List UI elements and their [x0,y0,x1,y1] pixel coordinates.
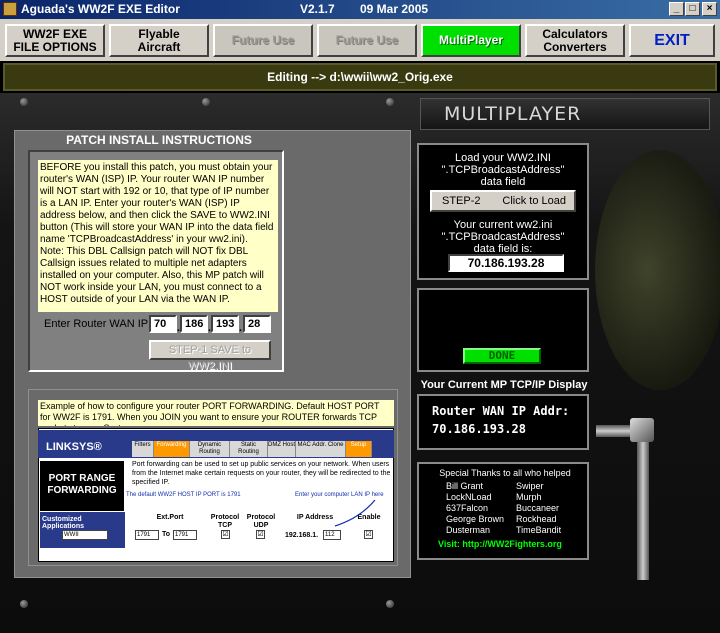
background-wheel [595,150,720,390]
ip-dot: . [239,322,243,334]
toolbar: WW2F EXE FILE OPTIONS Flyable Aircraft Fut… [0,19,720,61]
router-wan-ip: 70.186.193.28 [432,422,526,436]
calculators-button[interactable]: Calculators Converters [525,24,625,57]
col-protocol-tcp: Protocol TCP [210,514,240,529]
credits-col-1: Bill Grant LockNLoad 637Falcon George Brown… [446,481,505,535]
editing-path-bar: Editing --> d:\wwii\ww2_Orig.exe [3,63,717,91]
router-note: Example of how to configure your router … [38,400,394,426]
rivet [202,98,210,106]
file-options-button[interactable]: WW2F EXE FILE OPTIONS [5,24,105,57]
wan-ip-octet-4[interactable]: 28 [243,315,271,333]
rivet [20,600,28,608]
credits-col-2: Swiper Murph Buccaneer Rockhead TimeBandit [516,481,562,535]
wan-ip-octet-3[interactable]: 193 [211,315,239,333]
tcpip-display-title: Your Current MP TCP/IP Display [420,379,588,391]
port-forwarding-description: Port forwarding can be used to set up pu… [132,461,391,486]
rivet [386,600,394,608]
close-button[interactable]: × [702,2,717,16]
save-to-ini-button[interactable]: STEP-1 SAVE to WW2.INI [149,340,271,372]
app-icon [3,2,17,16]
router-tab-setup: Setup [346,441,372,457]
port-to-input: 1791 [173,530,197,540]
future-use-button-1[interactable]: Future Use [213,24,313,57]
ip-prefix: 192.168.1. [285,532,319,539]
current-ini-ip-field: 70.186.193.28 [448,254,564,272]
router-tab-mac-clone: MAC Addr. Clone [296,441,346,457]
app-name-input: WWII [62,530,108,540]
flyable-aircraft-button[interactable]: Flyable Aircraft [109,24,209,57]
window-title: Aguada's WW2F EXE Editor [21,2,180,16]
port-range-forwarding-label: PORT RANGE FORWARDING [40,461,124,511]
router-tab-forwarding: Forwarding [154,441,190,457]
future-use-button-2[interactable]: Future Use [317,24,417,57]
router-wan-label: Router WAN IP Addr: [432,404,570,418]
wan-ip-label: Enter Router WAN IP --> [44,318,165,330]
wan-ip-octet-2[interactable]: 186 [180,315,208,333]
multiplayer-button[interactable]: MultiPlayer [421,24,521,57]
step2-load-button[interactable]: STEP-2 Click to Load [430,190,576,212]
maximize-button[interactable]: □ [685,2,700,16]
udp-checkbox: ☑ [256,530,265,539]
instructions-text: BEFORE you install this patch, you must … [38,160,278,312]
arrow-annotation [334,499,376,527]
router-tab-static-routing: Static Routing [230,441,268,457]
to-label: To [162,531,171,538]
rivet [386,98,394,106]
multiplayer-title: MULTIPLAYER [444,103,582,125]
exit-button[interactable]: EXIT [629,24,715,57]
tcp-checkbox: ☑ [221,530,230,539]
decorative-valve [630,418,654,442]
website-link[interactable]: Visit: http://WW2Fighters.org [438,539,562,549]
decorative-pipe [637,440,649,580]
enable-checkbox: ☑ [364,530,373,539]
current-ini-heading: Your current ww2.ini ".TCPBroadcastAddres… [441,219,565,255]
minimize-button[interactable]: _ [669,2,684,16]
col-ext-port: Ext.Port [156,514,184,521]
col-protocol-udp: Protocol UDP [246,514,276,529]
version-label: V2.1.7 [300,2,335,16]
title-bar: Aguada's WW2F EXE Editor V2.1.7 09 Mar 2… [0,0,720,19]
default-port-note: The default WW2F HOST IP PORT is 1791 [126,492,241,498]
date-label: 09 Mar 2005 [360,2,429,16]
port-from-input: 1791 [135,530,159,540]
patch-panel-title: PATCH INSTALL INSTRUCTIONS [66,133,252,147]
router-tab-dmz-host: DMZ Host [268,441,296,457]
ip-last-input: 112 [323,530,341,540]
router-tab-dynamic-routing: Dynamic Routing [190,441,230,457]
done-indicator: DONE [463,348,541,364]
router-tab-filters: Filters [132,441,154,457]
rivet [20,98,28,106]
credits-header: Special Thanks to all who helped [439,468,571,478]
linksys-logo: LINKSYS® [46,441,102,453]
load-panel-heading: Load your WW2.INI ".TCPBroadcastAddress" d… [441,152,565,188]
wan-ip-octet-1[interactable]: 70 [149,315,177,333]
